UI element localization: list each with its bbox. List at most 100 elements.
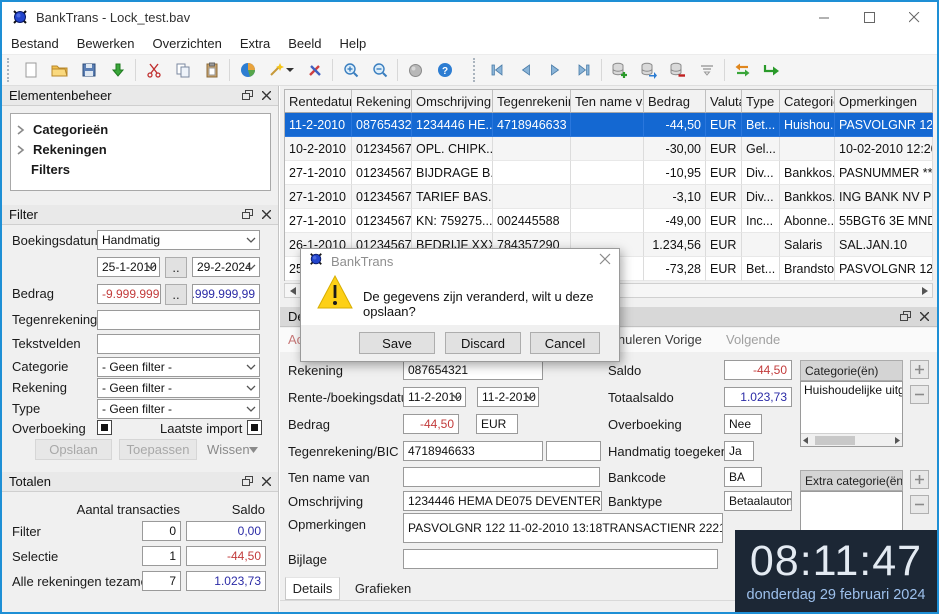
col-header[interactable]: Ten name van <box>571 90 644 113</box>
float-panel-icon[interactable] <box>242 207 253 222</box>
scroll-right-icon[interactable] <box>917 284 932 297</box>
rekening-filter-select[interactable]: - Geen filter - <box>97 378 260 398</box>
cancel-button[interactable]: Cancel <box>530 332 600 354</box>
new-document-icon[interactable] <box>16 57 45 83</box>
tree-item-filters[interactable]: Filters <box>31 162 70 177</box>
opmerkingen-value[interactable]: PASVOLGNR 122 11-02-2010 13:18TRANSACTIE… <box>403 513 723 543</box>
wizard-icon[interactable] <box>262 57 300 83</box>
bedrag-detail-value[interactable]: -44,50 <box>403 414 459 434</box>
tree-item-categorieen[interactable]: Categorieën <box>17 122 108 137</box>
add-extra-categorie-button[interactable] <box>910 470 929 489</box>
col-header[interactable]: Type <box>742 90 780 113</box>
valuta-value[interactable]: EUR <box>476 414 518 434</box>
col-header[interactable]: Opmerkingen <box>835 90 933 113</box>
import-icon[interactable] <box>103 57 132 83</box>
dialog-close-icon[interactable] <box>599 252 611 270</box>
discard-button[interactable]: Discard <box>445 332 521 354</box>
export-icon[interactable] <box>757 57 786 83</box>
boekingsdatum-select[interactable]: Handmatig <box>97 230 260 250</box>
float-panel-icon[interactable] <box>900 309 911 324</box>
tegenrekening-input[interactable] <box>97 310 260 330</box>
remove-categorie-button[interactable] <box>910 385 929 404</box>
toepassen-button[interactable]: Toepassen <box>119 439 197 460</box>
col-header[interactable]: Rekening <box>352 90 412 113</box>
tab-grafieken[interactable]: Grafieken <box>348 577 418 600</box>
categorie-hscrollbar[interactable] <box>801 433 902 446</box>
bedrag-range-button[interactable]: .. <box>165 284 187 305</box>
categorie-list-item[interactable]: Huishoudelijke uitg. <box>801 382 902 398</box>
nav-last-icon[interactable] <box>569 57 598 83</box>
menu-beeld[interactable]: Beeld <box>279 36 330 51</box>
nav-next-icon[interactable] <box>540 57 569 83</box>
table-row[interactable]: 27-1-2010012345678TARIEF BAS...-3,10EURD… <box>285 185 933 209</box>
col-header[interactable]: Tegenrekening <box>493 90 571 113</box>
tab-details[interactable]: Details <box>285 577 340 600</box>
open-file-icon[interactable] <box>45 57 74 83</box>
toolbar-drag-handle[interactable] <box>7 58 13 82</box>
chart-icon[interactable] <box>233 57 262 83</box>
paste-icon[interactable] <box>197 57 226 83</box>
omschrijving-value[interactable]: 1234446 HEMA DE075 DEVENTER <box>403 491 602 511</box>
save-button[interactable]: Save <box>359 332 435 354</box>
rentedatum-select[interactable]: 11-2-2010 <box>403 387 466 407</box>
float-panel-icon[interactable] <box>242 88 253 103</box>
help-icon[interactable]: ? <box>430 57 459 83</box>
float-panel-icon[interactable] <box>242 474 253 489</box>
scrollbar-thumb[interactable] <box>815 436 855 445</box>
rekening-value[interactable]: 087654321 <box>403 360 543 380</box>
nav-first-icon[interactable] <box>482 57 511 83</box>
table-row[interactable]: 27-1-2010012345678KN: 759275...002445588… <box>285 209 933 233</box>
tree-item-rekeningen[interactable]: Rekeningen <box>17 142 107 157</box>
col-header[interactable]: Bedrag <box>644 90 706 113</box>
save-icon[interactable] <box>74 57 103 83</box>
cut-icon[interactable] <box>139 57 168 83</box>
menu-overzichten[interactable]: Overzichten <box>144 36 231 51</box>
menu-bewerken[interactable]: Bewerken <box>68 36 144 51</box>
categorie-filter-select[interactable]: - Geen filter - <box>97 357 260 377</box>
vorige-link[interactable]: Vorige <box>665 332 702 347</box>
tekstvelden-input[interactable] <box>97 334 260 354</box>
overboeking-checkbox[interactable] <box>97 420 112 435</box>
extra-categorie-box-header[interactable]: Extra categorie(ën) <box>800 470 903 491</box>
col-header[interactable]: Valuta <box>706 90 742 113</box>
boekingsdatum-select-2[interactable]: 11-2-2010 <box>477 387 539 407</box>
date-to-select[interactable]: 29-2-2024 <box>192 257 260 277</box>
tools-icon[interactable] <box>300 57 329 83</box>
close-panel-icon[interactable] <box>920 309 929 324</box>
tegenrekening-detail-value[interactable]: 4718946633 <box>403 441 543 461</box>
table-row[interactable]: 27-1-2010012345678BIJDRAGE B...-10,95EUR… <box>285 161 933 185</box>
col-header[interactable]: Rentedatum <box>285 90 352 113</box>
col-header[interactable]: Omschrijving <box>412 90 493 113</box>
db-add-icon[interactable] <box>605 57 634 83</box>
col-header[interactable]: Categorie <box>780 90 835 113</box>
opslaan-button[interactable]: Opslaan <box>35 439 112 460</box>
menu-help[interactable]: Help <box>330 36 375 51</box>
scroll-left-icon[interactable] <box>285 284 300 297</box>
menu-bestand[interactable]: Bestand <box>2 36 68 51</box>
nav-previous-icon[interactable] <box>511 57 540 83</box>
transfer-icon[interactable] <box>728 57 757 83</box>
wissen-button[interactable]: Wissen <box>207 442 250 457</box>
close-button[interactable] <box>892 2 937 32</box>
zoom-in-icon[interactable] <box>336 57 365 83</box>
wissen-dropdown-icon[interactable] <box>249 447 258 453</box>
close-panel-icon[interactable] <box>262 207 271 222</box>
add-categorie-button[interactable] <box>910 360 929 379</box>
ten-name-van-value[interactable] <box>403 467 600 487</box>
categorie-list[interactable]: Huishoudelijke uitg. <box>800 381 903 447</box>
db-delete-icon[interactable] <box>663 57 692 83</box>
bedrag-max-input[interactable]: 9.999.999,99 <box>192 284 260 304</box>
bijlage-value[interactable] <box>403 549 718 569</box>
volgende-link[interactable]: Volgende <box>726 332 780 347</box>
zoom-out-icon[interactable] <box>365 57 394 83</box>
menu-extra[interactable]: Extra <box>231 36 279 51</box>
categorie-box-header[interactable]: Categorie(ën) <box>800 360 903 381</box>
minimize-button[interactable] <box>802 2 847 32</box>
maximize-button[interactable] <box>847 2 892 32</box>
collapse-icon[interactable] <box>692 57 721 83</box>
db-update-icon[interactable] <box>634 57 663 83</box>
table-row[interactable]: 11-2-20100876543211234446 HE...471894663… <box>285 113 933 137</box>
bic-value[interactable] <box>546 441 601 461</box>
record-icon[interactable] <box>401 57 430 83</box>
remove-extra-categorie-button[interactable] <box>910 495 929 514</box>
